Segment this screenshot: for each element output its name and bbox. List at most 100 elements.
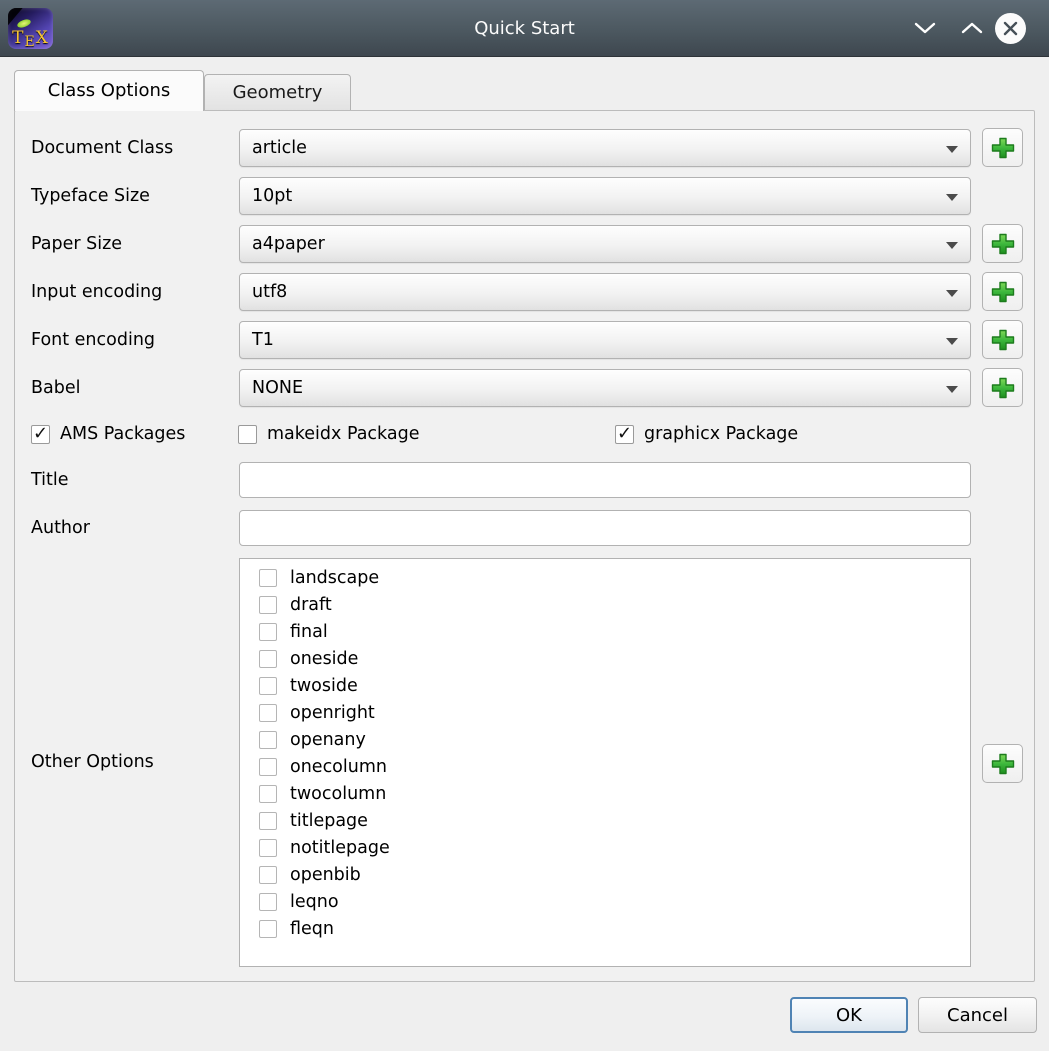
list-item-openbib[interactable]: ✓ openbib	[240, 861, 970, 888]
list-item-onecolumn[interactable]: ✓ onecolumn	[240, 753, 970, 780]
list-item-oneside[interactable]: ✓ oneside	[240, 645, 970, 672]
list-item-openany[interactable]: ✓ openany	[240, 726, 970, 753]
font-encoding-label: Font encoding	[31, 321, 155, 359]
checkmark-icon: ✓	[617, 423, 632, 444]
font-encoding-combobox[interactable]: T1	[239, 321, 971, 359]
author-input[interactable]	[239, 510, 971, 546]
checkbox[interactable]: ✓	[259, 893, 277, 911]
plus-icon	[989, 327, 1017, 353]
plus-icon	[989, 231, 1017, 257]
ams-packages-checkbox-item[interactable]: ✓ AMS Packages	[31, 423, 185, 445]
close-icon	[1002, 20, 1019, 37]
checkmark-icon: ✓	[33, 423, 48, 444]
checkbox[interactable]: ✓	[259, 650, 277, 668]
ok-button[interactable]: OK	[790, 997, 908, 1033]
list-item-twocolumn[interactable]: ✓twocolumn	[240, 780, 970, 807]
list-item-final[interactable]: ✓ final	[240, 618, 970, 645]
checkbox[interactable]: ✓	[259, 731, 277, 749]
add-font-encoding-button[interactable]	[982, 320, 1023, 359]
checkbox[interactable]: ✓	[259, 704, 277, 722]
other-options-label: Other Options	[31, 743, 154, 781]
checkbox-label: graphicx Package	[644, 424, 798, 444]
list-item-openright[interactable]: ✓openright	[240, 699, 970, 726]
checkbox[interactable]: ✓	[615, 425, 634, 444]
list-item-notitlepage[interactable]: ✓ notitlepage	[240, 834, 970, 861]
option-label: titlepage	[290, 811, 368, 831]
other-options-list[interactable]: ✓ landscape ✓draft ✓ final ✓ oneside ✓twosi…	[239, 558, 971, 967]
dropdown-arrow-icon	[946, 242, 958, 249]
option-label: openbib	[290, 865, 361, 885]
checkbox[interactable]: ✓	[238, 425, 257, 444]
typeface-size-label: Typeface Size	[31, 177, 150, 215]
option-label: fleqn	[290, 919, 334, 939]
option-label: notitlepage	[290, 838, 390, 858]
checkbox-label: AMS Packages	[60, 424, 185, 444]
document-class-label: Document Class	[31, 129, 173, 167]
author-label: Author	[31, 509, 90, 547]
checkbox[interactable]: ✓	[259, 758, 277, 776]
paper-size-label: Paper Size	[31, 225, 122, 263]
dropdown-arrow-icon	[946, 290, 958, 297]
plus-icon	[989, 135, 1017, 161]
window-title: Quick Start	[0, 0, 1049, 57]
maximize-button[interactable]	[959, 20, 990, 38]
plus-icon	[989, 375, 1017, 401]
titlebar: TEX Quick Start	[0, 0, 1049, 57]
checkbox[interactable]: ✓	[259, 812, 277, 830]
option-label: oneside	[290, 649, 358, 669]
list-item-titlepage[interactable]: ✓ titlepage	[240, 807, 970, 834]
dropdown-arrow-icon	[946, 386, 958, 393]
list-item-twoside[interactable]: ✓twoside	[240, 672, 970, 699]
combo-value: article	[252, 138, 307, 158]
list-item-landscape[interactable]: ✓ landscape	[240, 564, 970, 591]
title-input[interactable]	[239, 462, 971, 498]
dropdown-arrow-icon	[946, 146, 958, 153]
checkbox[interactable]: ✓	[259, 623, 277, 641]
list-item-draft[interactable]: ✓draft	[240, 591, 970, 618]
tab-class-options[interactable]: Class Options	[14, 70, 204, 111]
option-label: final	[290, 622, 328, 642]
option-label: onecolumn	[290, 757, 387, 777]
babel-combobox[interactable]: NONE	[239, 369, 971, 407]
tab-geometry[interactable]: Geometry	[204, 74, 351, 111]
chevron-down-icon	[916, 24, 934, 32]
close-button[interactable]	[995, 13, 1026, 44]
add-other-option-button[interactable]	[982, 744, 1023, 783]
combo-value: 10pt	[252, 186, 292, 206]
checkbox[interactable]: ✓	[259, 569, 277, 587]
paper-size-combobox[interactable]: a4paper	[239, 225, 971, 263]
option-label: openany	[290, 730, 366, 750]
add-paper-size-button[interactable]	[982, 224, 1023, 263]
checkbox[interactable]: ✓	[259, 785, 277, 803]
option-label: landscape	[290, 568, 379, 588]
dropdown-arrow-icon	[946, 194, 958, 201]
cancel-button[interactable]: Cancel	[918, 997, 1037, 1033]
document-class-combobox[interactable]: article	[239, 129, 971, 167]
chevron-up-icon	[963, 24, 981, 32]
combo-value: NONE	[252, 378, 303, 398]
class-options-panel: Document Class article Typeface Size 10p…	[14, 110, 1035, 982]
typeface-size-combobox[interactable]: 10pt	[239, 177, 971, 215]
checkbox[interactable]: ✓	[259, 866, 277, 884]
checkbox[interactable]: ✓	[259, 677, 277, 695]
babel-label: Babel	[31, 369, 80, 407]
graphicx-package-checkbox-item[interactable]: ✓ graphicx Package	[615, 423, 798, 445]
checkbox[interactable]: ✓	[259, 596, 277, 614]
combo-value: T1	[252, 330, 274, 350]
plus-icon	[989, 751, 1017, 777]
list-item-fleqn[interactable]: ✓ fleqn	[240, 915, 970, 942]
input-encoding-label: Input encoding	[31, 273, 162, 311]
combo-value: a4paper	[252, 234, 325, 254]
checkbox[interactable]: ✓	[259, 839, 277, 857]
list-item-leqno[interactable]: ✓leqno	[240, 888, 970, 915]
makeidx-package-checkbox-item[interactable]: ✓ makeidx Package	[238, 423, 419, 445]
plus-icon	[989, 279, 1017, 305]
input-encoding-combobox[interactable]: utf8	[239, 273, 971, 311]
add-babel-button[interactable]	[982, 368, 1023, 407]
title-label: Title	[31, 461, 69, 499]
checkbox[interactable]: ✓	[259, 920, 277, 938]
minimize-button[interactable]	[912, 20, 943, 38]
checkbox[interactable]: ✓	[31, 425, 50, 444]
add-input-encoding-button[interactable]	[982, 272, 1023, 311]
add-document-class-button[interactable]	[982, 128, 1023, 167]
